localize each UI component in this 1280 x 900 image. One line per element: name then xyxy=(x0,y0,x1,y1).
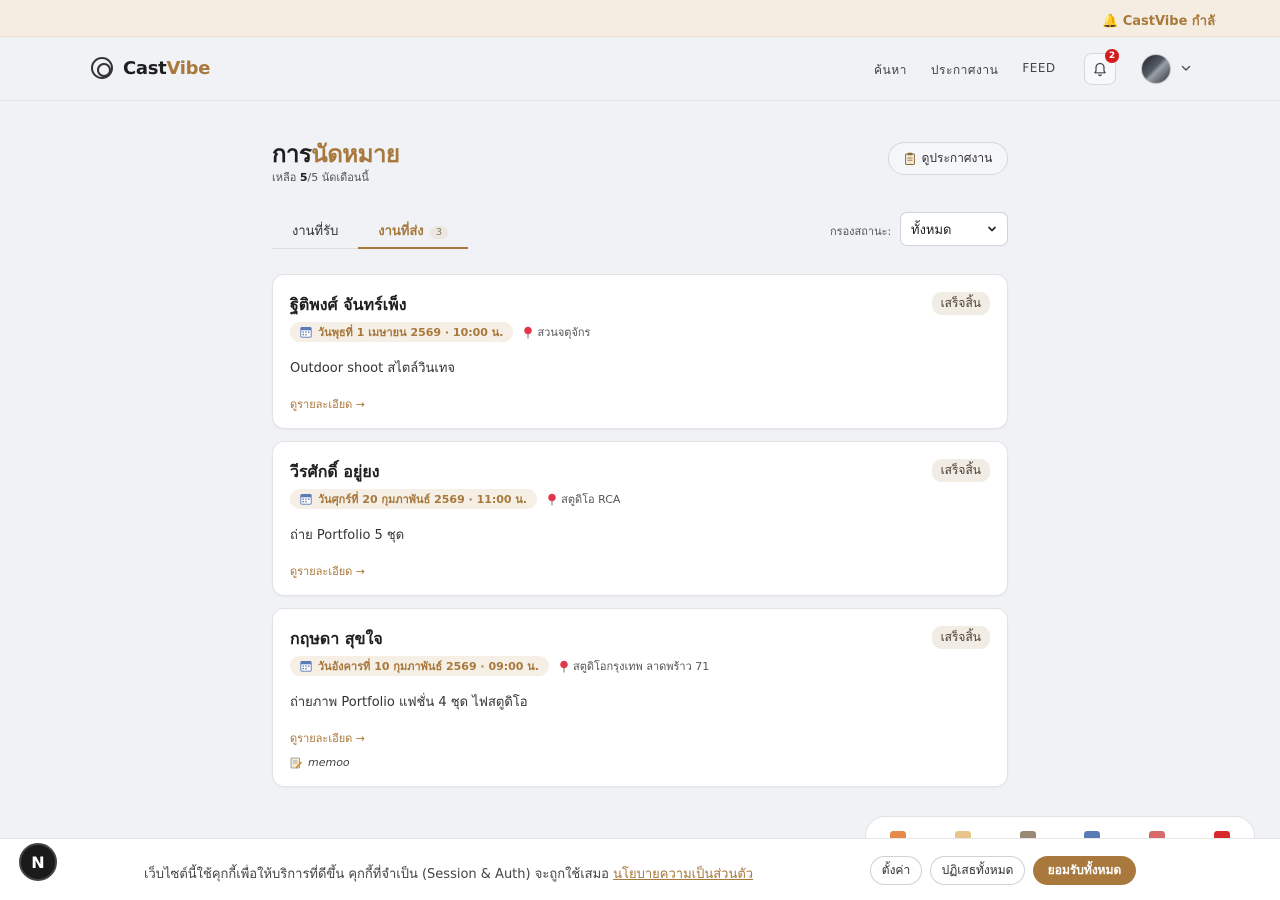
date-pill: วันศุกร์ที่ 20 กุมภาพันธ์ 2569 · 11:00 น… xyxy=(290,489,538,509)
calendar-icon xyxy=(300,661,312,672)
status-badge: เสร็จสิ้น xyxy=(931,292,990,315)
notification-button[interactable]: 2 xyxy=(1084,49,1119,85)
privacy-policy-link[interactable]: นโยบายความเป็นส่วนตัว xyxy=(613,867,753,882)
tab-count-badge: 3 xyxy=(429,226,449,239)
cookie-consent-bar: เว็บไซต์นี้ใช้คุกกี้เพื่อให้บริการที่ดีข… xyxy=(0,838,1280,900)
appointment-card: วีรศักดิ์ อยู่ยง เสร็จสิ้น วันศุกร์ที่ 2… xyxy=(272,441,1008,596)
cookie-text: เว็บไซต์นี้ใช้คุกกี้เพื่อให้บริการที่ดีข… xyxy=(144,867,754,882)
pin-icon xyxy=(548,493,556,505)
appointment-name: ฐิติพงศ์ จันทร์เพ็ง xyxy=(290,295,407,314)
cookie-settings-button[interactable]: ตั้งค่า xyxy=(870,856,922,885)
appointment-date: วันศุกร์ที่ 20 กุมภาพันธ์ 2569 · 11:00 น… xyxy=(318,493,528,506)
view-jobs-button[interactable]: ดูประกาศงาน xyxy=(888,142,1008,175)
status-badge: เสร็จสิ้น xyxy=(931,626,990,649)
pin-icon xyxy=(524,326,533,338)
bell-icon xyxy=(1094,62,1106,76)
appointment-date: วันพุธที่ 1 เมษายน 2569 · 10:00 น. xyxy=(318,326,504,339)
calendar-icon xyxy=(300,327,312,338)
status-filter-select[interactable]: ทั้งหมด xyxy=(900,212,1008,246)
nav-links: ค้นหา ประกาศงาน FEED xyxy=(874,61,1056,80)
nav-link-post-job[interactable]: ประกาศงาน xyxy=(931,61,998,80)
chevron-down-icon[interactable] xyxy=(1180,62,1192,74)
nav-link-search[interactable]: ค้นหา xyxy=(874,61,907,80)
nextjs-dev-badge[interactable]: N xyxy=(19,843,57,881)
appointment-date: วันอังคารที่ 10 กุมภาพันธ์ 2569 · 09:00 … xyxy=(318,660,539,673)
chevron-down-icon xyxy=(988,226,996,232)
status-badge: เสร็จสิ้น xyxy=(931,459,990,482)
view-details-link[interactable]: ดูรายละเอียด → xyxy=(290,729,365,747)
location-text: สตูดิโอกรุงเทพ ลาดพร้าว 71 xyxy=(572,660,710,673)
page-subtitle: เหลือ 5/5 นัดเดือนนี้ xyxy=(272,171,369,184)
view-details-link[interactable]: ดูรายละเอียด → xyxy=(290,395,365,413)
announcement-bar: 🔔 CastVibe กำลังอ xyxy=(0,0,1280,37)
note-text: memoo xyxy=(308,756,350,769)
location-text: สวนจตุจักร xyxy=(537,326,591,339)
location-text: สตูดิโอ RCA xyxy=(561,493,621,506)
date-pill: วันพุธที่ 1 เมษายน 2569 · 10:00 น. xyxy=(290,322,514,342)
announcement-ticker: 🔔 CastVibe กำลังอ xyxy=(1102,14,1216,29)
status-filter-value: ทั้งหมด xyxy=(911,222,952,238)
view-details-link[interactable]: ดูรายละเอียด → xyxy=(290,562,365,580)
appointment-description: Outdoor shoot สไตล์วินเทจ xyxy=(290,361,456,376)
appointment-meta: วันศุกร์ที่ 20 กุมภาพันธ์ 2569 · 11:00 น… xyxy=(290,489,620,509)
appointment-meta: วันพุธที่ 1 เมษายน 2569 · 10:00 น. สวนจต… xyxy=(290,322,590,342)
date-pill: วันอังคารที่ 10 กุมภาพันธ์ 2569 · 09:00 … xyxy=(290,656,549,676)
appointment-description: ถ่ายภาพ Portfolio แฟชั่น 4 ชุด ไฟสตูดิโอ xyxy=(290,695,528,710)
tab-received-jobs[interactable]: งานที่รับ xyxy=(272,208,359,249)
appointment-description: ถ่าย Portfolio 5 ชุด xyxy=(290,528,405,543)
logo-icon xyxy=(91,57,113,79)
nav-link-feed[interactable]: FEED xyxy=(1022,61,1055,80)
cookie-accept-button[interactable]: ยอมรับทั้งหมด xyxy=(1033,856,1136,885)
appointment-name: วีรศักดิ์ อยู่ยง xyxy=(290,462,380,481)
appointment-card: ฐิติพงศ์ จันทร์เพ็ง เสร็จสิ้น วันพุธที่ … xyxy=(272,274,1008,429)
calendar-icon xyxy=(300,494,312,505)
memo-icon xyxy=(290,757,302,768)
appointment-location: สตูดิโอกรุงเทพ ลาดพร้าว 71 xyxy=(559,657,709,675)
navbar: CastVibe ค้นหา ประกาศงาน FEED 2 xyxy=(0,37,1280,101)
appointment-location: สวนจตุจักร xyxy=(523,323,590,341)
tab-bar: งานที่รับ งานที่ส่ง 3 xyxy=(272,208,469,249)
status-filter-label: กรองสถานะ: xyxy=(830,225,892,238)
cookie-reject-button[interactable]: ปฏิเสธทั้งหมด xyxy=(930,856,1025,885)
notification-count-badge: 2 xyxy=(1105,49,1119,63)
appointment-note: memoo xyxy=(290,756,350,769)
appointment-card: กฤษดา สุขใจ เสร็จสิ้น วันอังคารที่ 10 กุ… xyxy=(272,608,1008,787)
appointment-name: กฤษดา สุขใจ xyxy=(290,629,383,648)
logo[interactable]: CastVibe xyxy=(91,57,210,79)
logo-text: CastVibe xyxy=(123,57,211,79)
appointment-location: สตูดิโอ RCA xyxy=(547,490,620,508)
appointment-meta: วันอังคารที่ 10 กุมภาพันธ์ 2569 · 09:00 … xyxy=(290,656,709,676)
view-jobs-label: ดูประกาศงาน xyxy=(921,151,993,165)
pin-icon xyxy=(560,660,568,672)
avatar[interactable] xyxy=(1141,54,1171,84)
tab-sent-jobs[interactable]: งานที่ส่ง 3 xyxy=(358,208,469,249)
clipboard-icon xyxy=(904,152,915,165)
